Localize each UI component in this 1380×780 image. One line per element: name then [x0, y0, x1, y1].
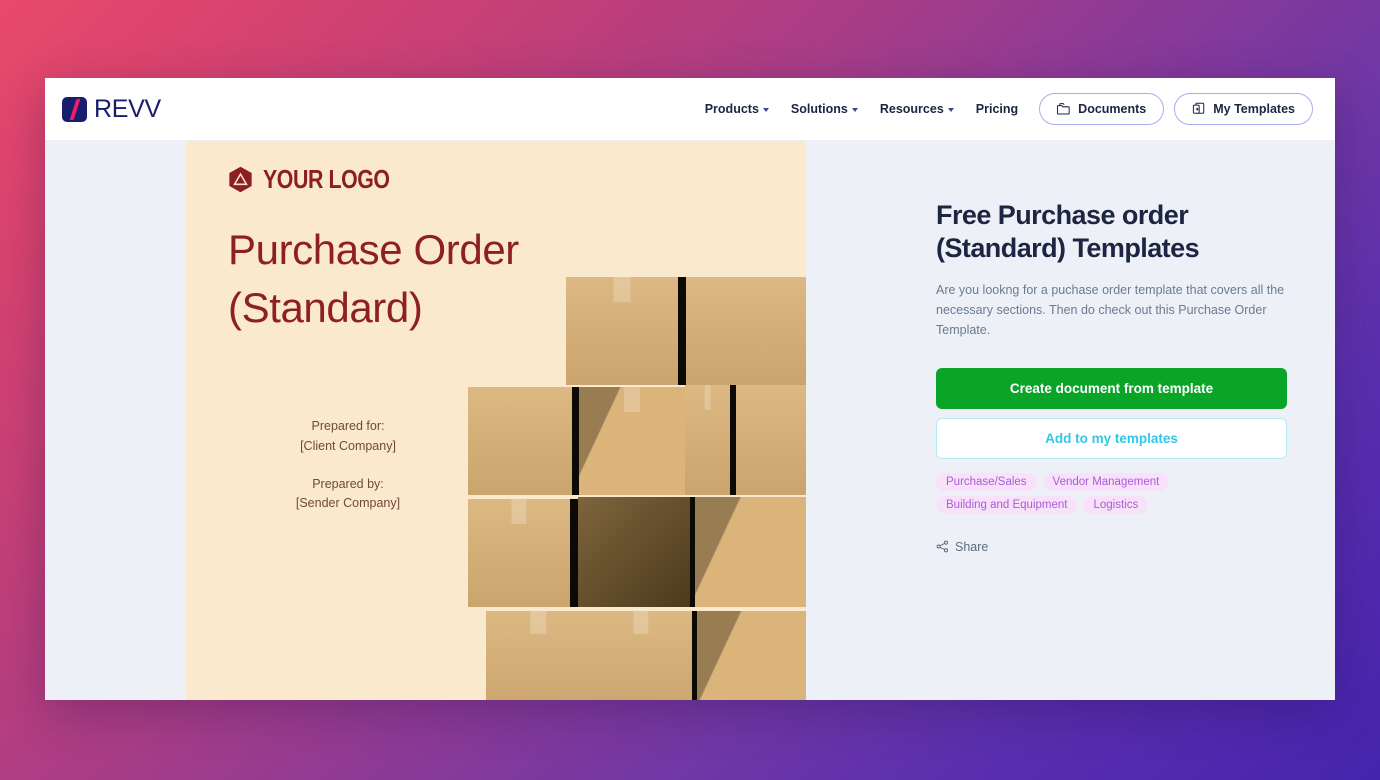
template-info-panel: Free Purchase order (Standard) Templates… [806, 141, 1335, 700]
chevron-down-icon [762, 108, 769, 112]
prepared-by-label: Prepared by: [312, 476, 384, 491]
tag-purchase-sales[interactable]: Purchase/Sales [936, 472, 1037, 491]
site-header: REVV Products Solutions Resources Pricin… [45, 78, 1335, 141]
tag-vendor-management[interactable]: Vendor Management [1042, 472, 1170, 491]
nav-item-solutions[interactable]: Solutions [780, 96, 869, 122]
document-logo-text: YOUR LOGO [263, 164, 390, 194]
folder-icon [1057, 103, 1070, 115]
nav-item-products-label: Products [704, 102, 759, 116]
primary-navigation: Products Solutions Resources Pricing Doc… [694, 93, 1313, 125]
tag-list: Purchase/Sales Vendor Management Buildin… [936, 472, 1287, 514]
nav-item-resources-label: Resources [879, 102, 944, 116]
browser-window: REVV Products Solutions Resources Pricin… [45, 78, 1335, 700]
nav-item-pricing-label: Pricing [975, 102, 1019, 116]
chevron-down-icon [851, 108, 858, 112]
page-body: YOUR LOGO Purchase Order (Standard) Prep… [45, 141, 1335, 700]
nav-item-pricing[interactable]: Pricing [965, 96, 1029, 122]
nav-item-solutions-label: Solutions [790, 102, 848, 116]
share-button[interactable]: Share [936, 540, 988, 554]
template-description: Are you lookng for a puchase order templ… [936, 282, 1285, 338]
document-preview-panel[interactable]: YOUR LOGO Purchase Order (Standard) Prep… [186, 141, 806, 700]
documents-button-label: Documents [1078, 102, 1147, 116]
prepared-for-value: [Client Company] [300, 438, 396, 453]
tag-building-and-equipment[interactable]: Building and Equipment [936, 495, 1078, 514]
prepared-for-block: Prepared for: [Client Company] [228, 417, 468, 457]
revv-logo[interactable]: REVV [62, 94, 161, 123]
document-title-line1: Purchase Order [228, 226, 519, 273]
hexagon-triangle-icon [229, 166, 252, 193]
prepared-for-label: Prepared for: [311, 419, 385, 433]
add-to-my-templates-button[interactable]: Add to my templates [936, 417, 1287, 459]
my-templates-button[interactable]: My Templates [1174, 93, 1313, 125]
documents-button[interactable]: Documents [1039, 93, 1165, 125]
tag-logistics[interactable]: Logistics [1083, 495, 1149, 514]
create-document-from-template-button[interactable]: Create document from template [936, 367, 1287, 409]
logo-wordmark: REVV [94, 94, 161, 123]
prepared-by-block: Prepared by: [Sender Company] [228, 475, 468, 515]
template-add-icon [1193, 102, 1205, 114]
nav-item-products[interactable]: Products [694, 96, 780, 122]
share-label: Share [955, 539, 989, 554]
share-nodes-icon [936, 540, 949, 553]
chevron-down-icon [947, 108, 954, 112]
document-parties: Prepared for: [Client Company] Prepared … [228, 417, 468, 514]
cardboard-boxes-image [468, 267, 806, 700]
document-logo-placeholder: YOUR LOGO [228, 164, 417, 195]
prepared-by-value: [Sender Company] [295, 496, 401, 511]
my-templates-button-label: My Templates [1213, 102, 1295, 116]
document-title-line2: (Standard) [228, 283, 423, 331]
nav-item-resources[interactable]: Resources [869, 96, 965, 122]
revv-slash-logo-icon [62, 96, 87, 122]
left-gutter [45, 141, 186, 700]
page-title: Free Purchase order (Standard) Templates [936, 200, 1200, 264]
